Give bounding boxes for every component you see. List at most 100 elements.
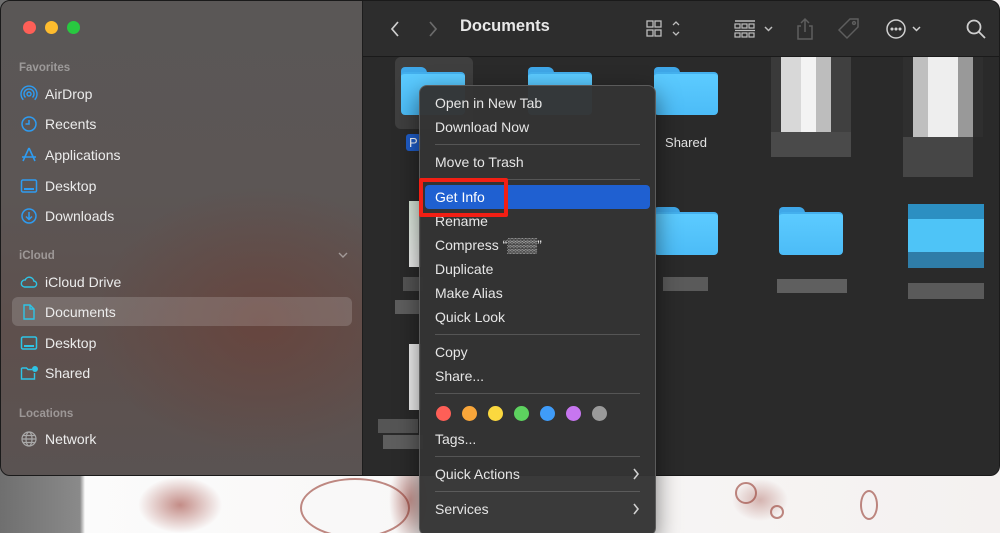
tag-orange-dot[interactable] xyxy=(462,405,477,421)
sidebar-item-label: iCloud Drive xyxy=(45,273,122,290)
sidebar-item-downloads[interactable]: Downloads xyxy=(12,201,352,230)
minimize-button[interactable] xyxy=(45,21,58,34)
forward-icon xyxy=(429,21,438,37)
forward-button[interactable] xyxy=(423,15,443,43)
desktop-icon xyxy=(20,177,38,195)
more-actions-button[interactable] xyxy=(885,15,925,43)
wallpaper-doodle xyxy=(300,478,410,533)
file-thumbnail[interactable] xyxy=(771,57,851,132)
sidebar-item-label: Recents xyxy=(45,115,97,132)
file-name-redacted xyxy=(378,419,418,433)
sidebar-item-documents[interactable]: Documents xyxy=(12,297,352,326)
sidebar-item-shared[interactable]: Shared xyxy=(12,358,352,387)
sidebar-item-label: Desktop xyxy=(45,177,97,194)
sidebar-item-airdrop[interactable]: AirDrop xyxy=(12,79,352,108)
back-icon xyxy=(390,21,399,37)
tag-green-dot[interactable] xyxy=(514,405,529,421)
menu-separator xyxy=(435,491,640,492)
sidebar-item-applications[interactable]: Applications xyxy=(12,140,352,169)
search-button[interactable] xyxy=(965,15,987,43)
group-button[interactable] xyxy=(733,15,777,43)
menu-item-compress[interactable]: Compress “▒▒▒” xyxy=(425,233,650,257)
sidebar-item-desktop[interactable]: Desktop xyxy=(12,171,352,200)
section-label-favorites: Favorites xyxy=(19,62,71,74)
menu-item-move-to-trash[interactable]: Move to Trash xyxy=(425,150,650,174)
window-title: Documents xyxy=(460,17,550,35)
menu-separator xyxy=(435,144,640,145)
airdrop-icon xyxy=(20,84,38,103)
chevron-right-icon xyxy=(633,503,640,515)
sidebar-item-recents[interactable]: Recents xyxy=(12,109,352,138)
menu-item-open-in-new-tab[interactable]: Open in New Tab xyxy=(425,91,650,115)
cloud-icon xyxy=(20,273,38,291)
download-icon xyxy=(20,207,38,225)
tag-button[interactable] xyxy=(837,15,861,43)
menu-item-services[interactable]: Services xyxy=(425,497,650,521)
shared-folder-icon xyxy=(20,364,38,382)
file-name-redacted xyxy=(383,435,423,449)
menu-separator xyxy=(435,393,640,394)
wallpaper-doodle xyxy=(735,482,757,504)
document-icon xyxy=(20,303,38,321)
tag-yellow-dot[interactable] xyxy=(488,405,503,421)
folder-label[interactable]: Shared xyxy=(654,135,718,150)
file-thumbnail[interactable] xyxy=(903,57,983,137)
menu-item-copy[interactable]: Copy xyxy=(425,340,650,364)
menu-item-quick-look[interactable]: Quick Look xyxy=(425,305,650,329)
tag-color-row xyxy=(420,399,655,427)
sidebar-item-label: Documents xyxy=(45,303,116,320)
share-button[interactable] xyxy=(795,15,815,43)
folder-icon[interactable] xyxy=(654,67,718,115)
annotation-highlight-box xyxy=(419,178,508,217)
tag-gray-dot[interactable] xyxy=(592,405,607,421)
sidebar-item-icloud-drive[interactable]: iCloud Drive xyxy=(12,267,352,296)
view-options-button[interactable] xyxy=(645,15,685,43)
group-icon xyxy=(734,20,773,38)
tag-icon xyxy=(837,18,859,40)
sidebar-item-label: Shared xyxy=(45,364,91,381)
menu-item-share[interactable]: Share... xyxy=(425,364,650,388)
back-button[interactable] xyxy=(385,15,405,43)
sidebar-item-label: AirDrop xyxy=(45,85,93,102)
menu-item-quick-actions[interactable]: Quick Actions xyxy=(425,462,650,486)
wallpaper-doodle xyxy=(860,490,878,520)
menu-item-tags[interactable]: Tags... xyxy=(425,427,650,451)
folder-icon[interactable] xyxy=(779,207,843,255)
file-name-redacted xyxy=(395,300,419,314)
folder-icon[interactable] xyxy=(654,207,718,255)
menu-item-make-alias[interactable]: Make Alias xyxy=(425,281,650,305)
context-menu: Open in New Tab Download Now Move to Tra… xyxy=(419,85,656,533)
file-name-redacted xyxy=(908,283,984,299)
more-icon xyxy=(886,19,921,39)
menu-separator xyxy=(435,456,640,457)
zoom-button[interactable] xyxy=(67,21,80,34)
globe-icon xyxy=(20,430,38,448)
clock-icon xyxy=(20,115,38,133)
icon-view-icon xyxy=(646,20,680,37)
menu-item-download-now[interactable]: Download Now xyxy=(425,115,650,139)
tag-purple-dot[interactable] xyxy=(566,405,581,421)
menu-item-label: Quick Actions xyxy=(435,466,520,482)
section-label-locations: Locations xyxy=(19,408,74,420)
sidebar-item-label: Desktop xyxy=(45,334,97,351)
chevron-down-icon[interactable] xyxy=(337,249,349,261)
file-name-redacted xyxy=(771,132,851,157)
tag-red-dot[interactable] xyxy=(436,405,451,421)
menu-separator xyxy=(435,334,640,335)
menu-item-duplicate[interactable]: Duplicate xyxy=(425,257,650,281)
file-thumbnail[interactable] xyxy=(908,204,984,268)
sidebar-item-icloud-desktop[interactable]: Desktop xyxy=(12,328,352,357)
window-controls xyxy=(23,21,80,34)
toolbar: Documents xyxy=(363,1,999,57)
close-button[interactable] xyxy=(23,21,36,34)
search-icon xyxy=(966,19,986,39)
sidebar-item-network[interactable]: Network xyxy=(12,424,352,453)
sidebar: Favorites AirDrop Recents Applications D… xyxy=(1,1,363,475)
menu-item-label: Services xyxy=(435,501,489,517)
sidebar-item-label: Network xyxy=(45,430,97,447)
sidebar-item-label: Applications xyxy=(45,146,121,163)
tag-blue-dot[interactable] xyxy=(540,405,555,421)
file-name-redacted xyxy=(777,279,847,293)
section-label-icloud: iCloud xyxy=(19,250,55,262)
file-name-redacted xyxy=(663,277,708,291)
